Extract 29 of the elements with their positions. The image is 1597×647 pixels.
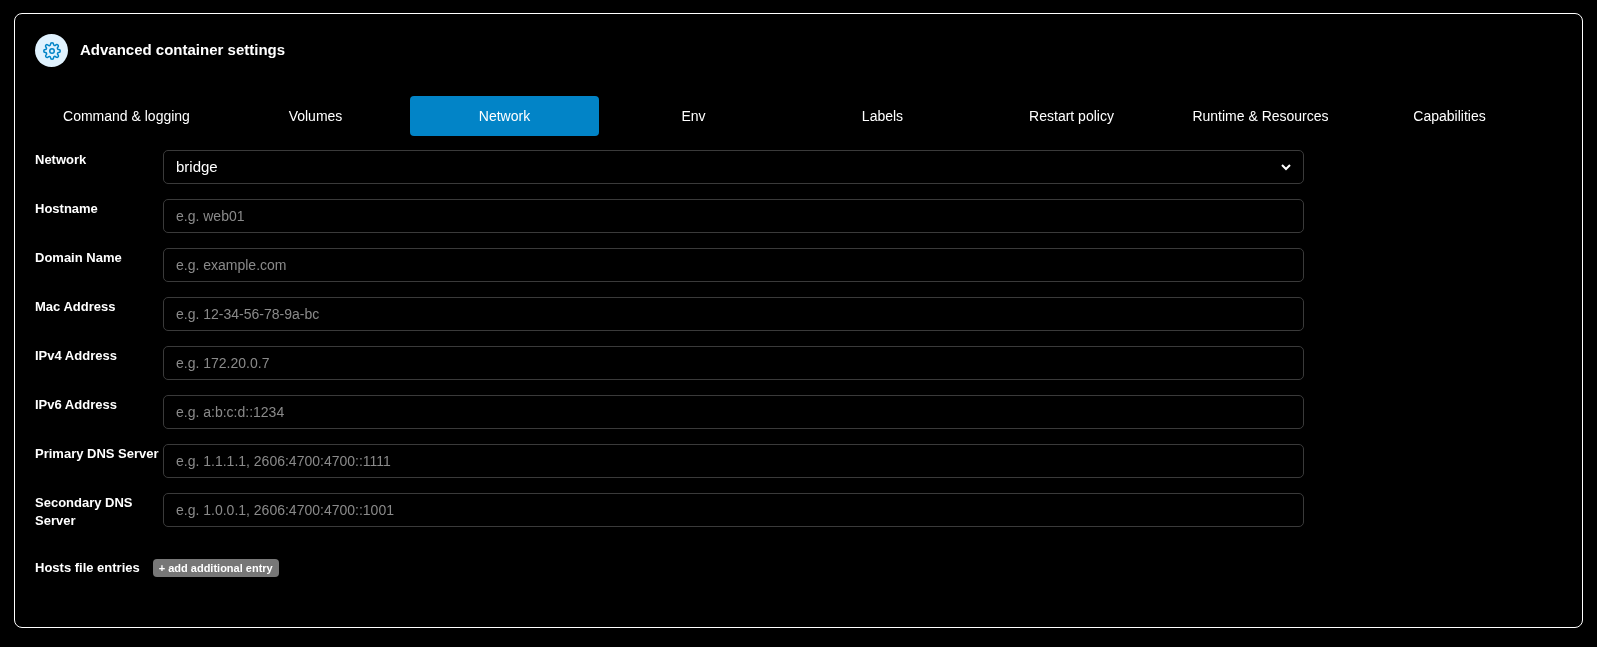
tab[interactable]: Labels [788,96,977,136]
tab[interactable]: Volumes [221,96,410,136]
input-field[interactable]: e.g. web01 [163,199,1304,233]
panel-title: Advanced container settings [80,40,286,61]
field-label: IPv6 Address [35,396,118,414]
input-field[interactable]: e.g. example.com [163,248,1304,282]
tab[interactable]: Restart policy [977,96,1166,136]
tab[interactable]: Capabilities [1355,96,1544,136]
input-field[interactable]: e.g. 12-34-56-78-9a-bc [163,297,1304,331]
input-field[interactable]: e.g. 1.1.1.1, 2606:4700:4700::1111 [163,444,1304,478]
input-field[interactable]: e.g. a:b:c:d::1234 [163,395,1304,429]
add-entry-button[interactable]: + add additional entry [152,558,279,577]
tab[interactable]: Runtime & Resources [1166,96,1355,136]
chevron-down-icon [1281,163,1291,171]
tab[interactable]: Command & logging [32,96,221,136]
field-label: Domain Name [35,249,123,267]
field-label: Hosts file entries [35,559,140,577]
input-field[interactable]: e.g. 172.20.0.7 [163,346,1304,380]
field-label: Secondary DNS Server [35,494,134,530]
input-field[interactable]: e.g. 1.0.0.1, 2606:4700:4700::1001 [163,493,1304,527]
tab[interactable]: Network [410,96,599,136]
settings-icon [35,34,68,67]
tab[interactable]: Env [599,96,788,136]
field-label: Hostname [35,200,99,218]
field-label: IPv4 Address [35,347,118,365]
field-label: Network [35,151,88,169]
field-label: Primary DNS Server [35,445,160,463]
network-select[interactable]: bridge [163,150,1304,184]
field-label: Mac Address [35,298,117,316]
